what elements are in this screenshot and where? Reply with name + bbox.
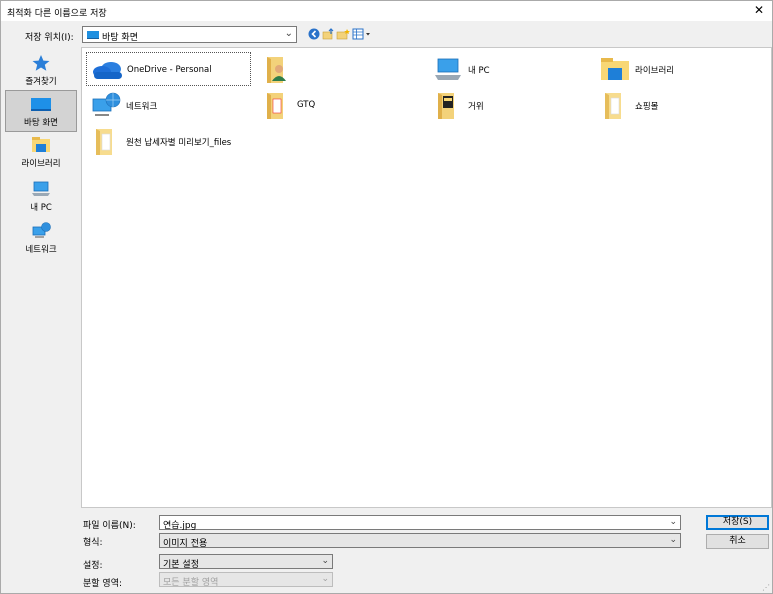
view-menu-icon[interactable] (351, 27, 373, 41)
place-label: 네트워크 (25, 245, 57, 255)
back-icon[interactable] (307, 27, 321, 41)
item-label: 쇼핑몰 (635, 102, 659, 112)
place-network[interactable]: 네트워크 (5, 218, 77, 260)
folder-icon (432, 91, 462, 119)
list-item-shopping-mall[interactable]: 쇼핑몰 (595, 88, 760, 122)
save-as-dialog: 최적화 다른 이름으로 저장 ✕ 저장 위치(I): 바탕 화면 ⌄ 즐겨찾기 (0, 0, 773, 594)
library-icon (30, 136, 52, 154)
new-folder-icon[interactable] (336, 27, 350, 41)
item-label: 라이브러리 (635, 66, 675, 76)
settings-select[interactable]: 기본 설정 ⌄ (159, 554, 333, 570)
place-label: 내 PC (30, 203, 52, 213)
computer-icon (432, 55, 462, 83)
slice-select: 모든 분할 영역 ⌄ (159, 572, 333, 588)
folder-icon (599, 91, 629, 119)
window-title: 최적화 다른 이름으로 저장 (7, 9, 107, 19)
save-location-select[interactable]: 바탕 화면 ⌄ (82, 26, 297, 43)
slice-label: 분할 영역: (83, 579, 123, 589)
up-folder-icon[interactable] (321, 27, 335, 41)
format-value: 이미지 전용 (163, 539, 208, 549)
cloud-icon (91, 56, 122, 84)
format-label: 형식: (83, 538, 103, 548)
item-label: 네트워크 (126, 102, 158, 112)
chevron-down-icon: ⌄ (669, 535, 677, 545)
place-this-pc[interactable]: 내 PC (5, 176, 77, 218)
title-bar: 최적화 다른 이름으로 저장 ✕ (1, 1, 772, 21)
item-label: 원천 납세자별 미리보기_files (126, 138, 232, 148)
place-desktop[interactable]: 바탕 화면 (5, 90, 77, 132)
place-libraries[interactable]: 라이브러리 (5, 132, 77, 174)
list-item-libraries[interactable]: 라이브러리 (595, 52, 760, 86)
chevron-down-icon: ⌄ (284, 28, 293, 39)
settings-value: 기본 설정 (163, 560, 199, 570)
desktop-icon (87, 31, 99, 39)
folder-icon (261, 91, 291, 119)
desktop-icon (30, 95, 52, 113)
cancel-button[interactable]: 취소 (706, 534, 769, 549)
list-item-this-pc[interactable]: 내 PC (428, 52, 593, 86)
network-icon (90, 91, 121, 119)
filename-value: 연습.jpg (163, 521, 197, 531)
item-label: OneDrive - Personal (127, 65, 212, 75)
list-item-gtq[interactable]: GTQ (257, 88, 422, 122)
save-button[interactable]: 저장(S) (706, 515, 769, 530)
place-label: 바탕 화면 (24, 118, 58, 128)
user-folder-icon (261, 55, 291, 83)
item-label: 거위 (468, 102, 484, 112)
place-label: 즐겨찾기 (25, 77, 57, 87)
save-location-label: 저장 위치(I): (25, 33, 74, 43)
library-icon (599, 55, 629, 83)
close-icon[interactable]: ✕ (752, 3, 766, 17)
places-bar: 즐겨찾기 바탕 화면 라이브러리 내 PC 네트워크 (5, 48, 77, 508)
computer-icon (30, 180, 52, 198)
list-item-goose[interactable]: 거위 (428, 88, 593, 122)
item-label: 내 PC (468, 66, 490, 76)
place-label: 라이브러리 (21, 159, 61, 169)
format-select[interactable]: 이미지 전용 ⌄ (159, 533, 681, 549)
resize-grip-icon[interactable]: ⋰ (762, 583, 770, 592)
list-item-network[interactable]: 네트워크 (86, 88, 251, 122)
list-item-preview-files[interactable]: 원천 납세자별 미리보기_files (86, 124, 286, 158)
star-icon (30, 54, 52, 72)
list-item-onedrive[interactable]: OneDrive - Personal (86, 52, 251, 86)
network-icon (30, 222, 52, 240)
chevron-down-icon: ⌄ (321, 556, 329, 566)
list-item-user-folder[interactable] (257, 52, 422, 86)
slice-value: 모든 분할 영역 (163, 578, 219, 588)
filename-label: 파일 이름(N): (83, 521, 136, 531)
item-label: GTQ (297, 100, 316, 110)
save-location-value: 바탕 화면 (102, 33, 138, 43)
file-list[interactable]: OneDrive - Personal 내 PC 라이브러리 네트워크 GTQ … (81, 47, 772, 508)
chevron-down-icon: ⌄ (669, 517, 677, 527)
place-favorites[interactable]: 즐겨찾기 (5, 50, 77, 92)
chevron-down-icon: ⌄ (321, 574, 329, 584)
folder-icon (90, 127, 120, 155)
settings-label: 설정: (83, 561, 103, 571)
filename-input[interactable]: 연습.jpg ⌄ (159, 515, 681, 531)
